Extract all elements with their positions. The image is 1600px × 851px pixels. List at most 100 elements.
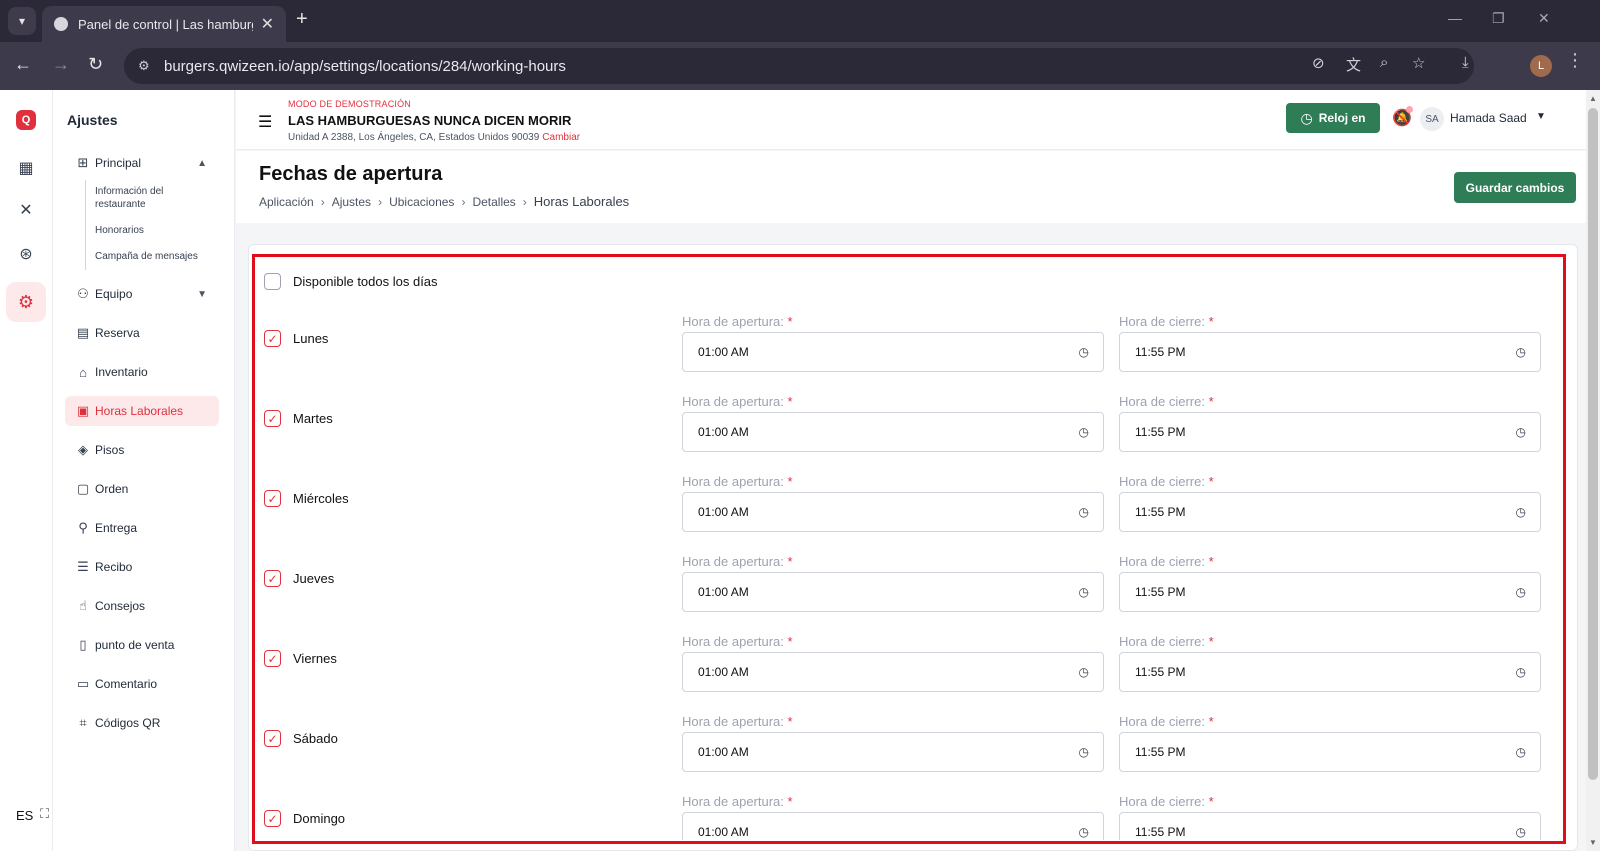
open-time-input[interactable]: 01:00 AM ◷ [682,332,1104,372]
clock-icon[interactable]: ◷ [1516,665,1526,679]
all-days-option[interactable]: Disponible todos los días [264,273,438,290]
open-time-input[interactable]: 01:00 AM ◷ [682,652,1104,692]
breadcrumb-app[interactable]: Aplicación [259,195,314,209]
day-label[interactable]: ✓ Miércoles [264,490,349,507]
clock-icon[interactable]: ◷ [1516,505,1526,519]
clock-icon[interactable]: ◷ [1079,585,1089,599]
breadcrumb-settings[interactable]: Ajustes [332,195,371,209]
download-icon[interactable]: ⤓ [1462,54,1469,71]
sidebar-item-entrega[interactable]: ⚲ Entrega [65,513,219,543]
sidebar-item-consejos[interactable]: ☝ Consejos [65,591,219,621]
translate-icon[interactable]: 文 [1346,54,1361,75]
sidebar-item-horas-laborales[interactable]: ▣ Horas Laborales [65,396,219,426]
change-location-link[interactable]: Cambiar [542,132,580,143]
utensils-icon[interactable]: ✕ [14,198,38,222]
clock-icon[interactable]: ◷ [1516,585,1526,599]
day-label[interactable]: ✓ Sábado [264,730,338,747]
sidebar-item-reserva[interactable]: ▤ Reserva [65,318,219,348]
all-days-checkbox[interactable] [264,273,281,290]
app-logo[interactable]: Q [16,110,36,130]
language-expand-icon[interactable]: ⛶ [40,806,49,822]
tab-search-button[interactable]: ▾ [8,7,36,35]
zoom-icon[interactable]: ⌕ [1380,54,1388,71]
sidebar-subitem-campaign[interactable]: Campaña de mensajes [95,250,215,263]
close-time-input[interactable]: 11:55 PM ◷ [1119,652,1541,692]
breadcrumb-locations[interactable]: Ubicaciones [389,195,454,209]
clock-icon[interactable]: ◷ [1079,745,1089,759]
bookmark-star-icon[interactable]: ☆ [1412,54,1425,72]
day-checkbox[interactable]: ✓ [264,730,281,747]
new-tab-button[interactable]: + [296,8,308,31]
close-tab-icon[interactable]: ✕ [261,14,274,34]
clock-icon[interactable]: ◷ [1079,665,1089,679]
sidebar-item-inventario[interactable]: ⌂ Inventario [65,357,219,387]
day-checkbox[interactable]: ✓ [264,650,281,667]
eye-off-icon[interactable]: ⊘ [1312,54,1325,72]
settings-icon[interactable]: ⚙ [6,282,46,322]
day-checkbox[interactable]: ✓ [264,330,281,347]
sidebar-item-qr[interactable]: ⌗ Códigos QR [65,708,219,738]
user-name[interactable]: Hamada Saad [1450,111,1527,125]
sidebar-item-pos[interactable]: ▯ punto de venta [65,630,219,660]
clock-icon[interactable]: ◷ [1079,345,1089,359]
close-time-input[interactable]: 11:55 PM ◷ [1119,812,1541,840]
clock-icon[interactable]: ◷ [1516,745,1526,759]
profile-avatar[interactable]: L [1530,55,1552,77]
sidebar-item-orden[interactable]: ▢ Orden [65,474,219,504]
open-time-input[interactable]: 01:00 AM ◷ [682,572,1104,612]
menu-toggle-icon[interactable]: ☰ [258,112,272,132]
close-time-input[interactable]: 11:55 PM ◷ [1119,732,1541,772]
day-label[interactable]: ✓ Domingo [264,810,345,827]
close-time-input[interactable]: 11:55 PM ◷ [1119,412,1541,452]
sidebar-item-comentario[interactable]: ▭ Comentario [65,669,219,699]
forward-icon[interactable]: → [52,54,70,75]
day-checkbox[interactable]: ✓ [264,810,281,827]
clock-icon[interactable]: ◷ [1516,425,1526,439]
close-time-input[interactable]: 11:55 PM ◷ [1119,332,1541,372]
browser-menu-icon[interactable]: ⋮ [1566,50,1584,71]
scroll-up-icon[interactable]: ▲ [1589,94,1597,103]
day-checkbox[interactable]: ✓ [264,490,281,507]
sidebar-subitem-info[interactable]: Información del restaurante [95,185,215,211]
sidebar-item-pisos[interactable]: ◈ Pisos [65,435,219,465]
dashboard-icon[interactable]: ▦ [14,156,38,180]
day-label[interactable]: ✓ Martes [264,410,333,427]
day-label[interactable]: ✓ Jueves [264,570,334,587]
scrollbar-thumb[interactable] [1588,108,1598,780]
minimize-icon[interactable]: — [1448,10,1462,26]
clock-icon[interactable]: ◷ [1516,345,1526,359]
clock-icon[interactable]: ◷ [1079,425,1089,439]
clock-icon[interactable]: ◷ [1516,825,1526,839]
open-time-input[interactable]: 01:00 AM ◷ [682,812,1104,840]
close-window-icon[interactable]: ✕ [1538,10,1550,27]
browser-tab[interactable]: Panel de control | Las hamburguesas ✕ [42,6,286,42]
clock-in-button[interactable]: ◷ Reloj en [1286,103,1380,133]
save-changes-button[interactable]: Guardar cambios [1454,172,1576,203]
scroll-down-icon[interactable]: ▼ [1589,838,1597,847]
sidebar-item-principal[interactable]: ⊞ Principal ▲ [65,148,219,178]
restore-icon[interactable]: ❐ [1492,10,1505,27]
sidebar-subitem-fees[interactable]: Honorarios [95,224,215,237]
url-bar[interactable]: ⚙ burgers.qwizeen.io/app/settings/locati… [124,48,1474,84]
day-checkbox[interactable]: ✓ [264,410,281,427]
breadcrumb-details[interactable]: Detalles [472,195,515,209]
language-selector[interactable]: ES [16,808,33,823]
day-label[interactable]: ✓ Lunes [264,330,328,347]
back-icon[interactable]: ← [14,54,32,75]
reload-icon[interactable]: ↻ [88,54,103,75]
sidebar-item-recibo[interactable]: ☰ Recibo [65,552,219,582]
close-time-input[interactable]: 11:55 PM ◷ [1119,572,1541,612]
sidebar-item-equipo[interactable]: ⚇ Equipo ▼ [65,279,219,309]
open-time-input[interactable]: 01:00 AM ◷ [682,492,1104,532]
site-info-icon[interactable]: ⚙ [138,58,150,74]
open-time-input[interactable]: 01:00 AM ◷ [682,412,1104,452]
organization-icon[interactable]: ⊛ [14,242,38,266]
clock-icon[interactable]: ◷ [1079,825,1089,839]
day-checkbox[interactable]: ✓ [264,570,281,587]
close-time-input[interactable]: 11:55 PM ◷ [1119,492,1541,532]
open-time-input[interactable]: 01:00 AM ◷ [682,732,1104,772]
user-avatar[interactable]: SA [1420,107,1444,131]
day-label[interactable]: ✓ Viernes [264,650,337,667]
user-menu-chevron-icon[interactable]: ▼ [1536,111,1546,122]
clock-icon[interactable]: ◷ [1079,505,1089,519]
